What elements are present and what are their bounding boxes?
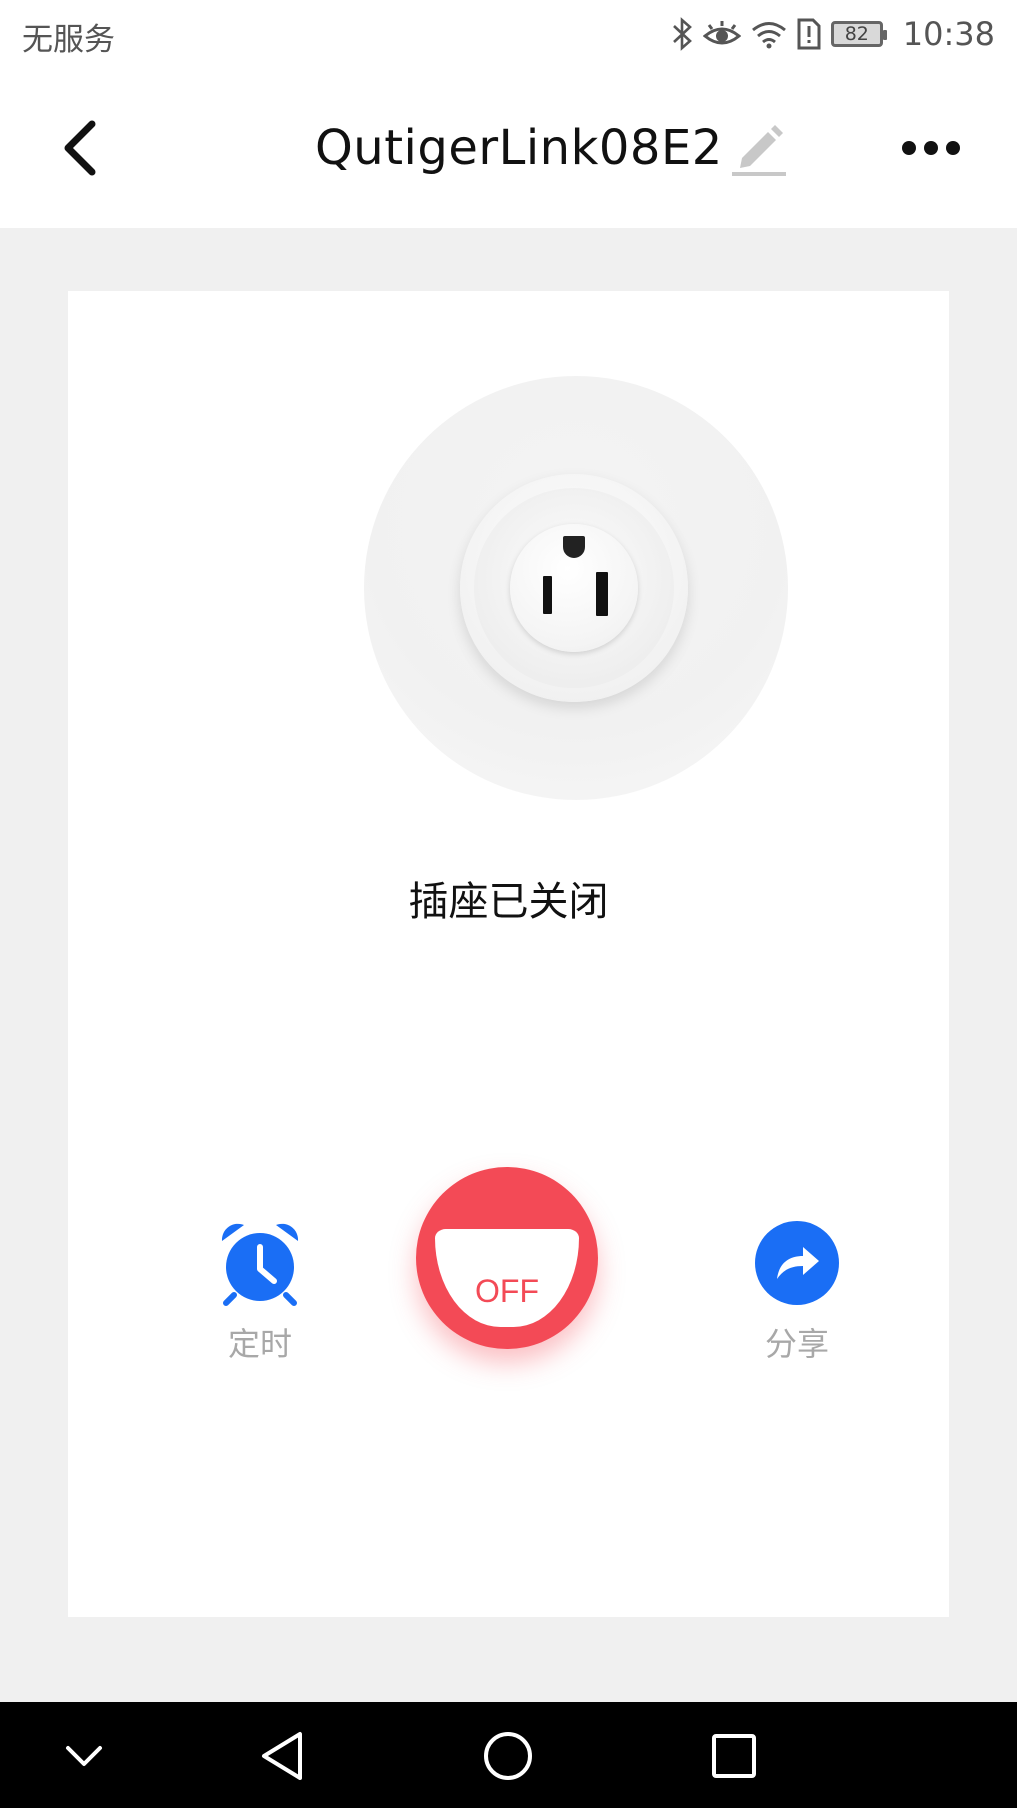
nav-home-button[interactable] (478, 1726, 538, 1786)
timer-label: 定时 (227, 1325, 292, 1363)
more-button[interactable] (898, 128, 964, 168)
app-header: QutigerLink08E2 (0, 72, 1017, 228)
battery-level: 82 (844, 23, 869, 45)
status-bar: 无服务 82 10:38 (0, 0, 1017, 72)
device-card: 插座已关闭 定时 OFF 分享 (68, 291, 949, 1617)
battery-icon: 82 (830, 21, 887, 47)
carrier-text: 无服务 (22, 22, 115, 58)
bluetooth-icon (671, 17, 693, 51)
share-button[interactable]: 分享 (732, 1219, 862, 1365)
share-label: 分享 (764, 1325, 829, 1363)
socket-illustration (364, 376, 788, 800)
wifi-icon (751, 19, 787, 49)
system-nav-bar (0, 1702, 1017, 1808)
clock: 10:38 (902, 15, 995, 53)
timer-button[interactable]: 定时 (195, 1219, 325, 1365)
nav-back-button[interactable] (254, 1726, 314, 1786)
more-dots-icon (902, 141, 960, 155)
device-title: QutigerLink08E2 (315, 120, 723, 176)
sim-alert-icon (797, 18, 821, 50)
back-triangle-icon (262, 1732, 302, 1780)
nav-recents-button[interactable] (704, 1726, 764, 1786)
power-state-label: OFF (475, 1273, 539, 1309)
socket-status-text: 插座已关闭 (408, 879, 609, 925)
power-toggle-button[interactable]: OFF (416, 1167, 598, 1349)
eye-icon (702, 19, 741, 49)
recents-square-icon (712, 1734, 756, 1778)
alarm-clock-icon (221, 1223, 299, 1306)
chevron-down-icon (66, 1746, 102, 1766)
edit-pencil-icon (732, 125, 786, 176)
status-icons: 82 10:38 (671, 12, 995, 56)
nav-collapse-button[interactable] (54, 1726, 114, 1786)
back-button[interactable] (56, 116, 116, 180)
share-arrow-icon (755, 1221, 839, 1305)
back-arrow-icon (64, 120, 96, 176)
outlet-icon (460, 474, 688, 702)
home-circle-icon (484, 1732, 532, 1780)
edit-name-button[interactable] (728, 118, 790, 180)
